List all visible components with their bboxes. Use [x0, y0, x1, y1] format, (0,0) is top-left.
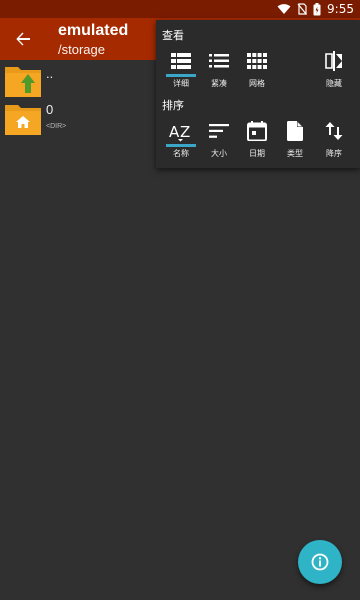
page-title: emulated: [58, 22, 129, 39]
view-option-label: 网格: [249, 79, 265, 88]
view-option-grid[interactable]: 网格: [239, 48, 275, 92]
page-subtitle: /storage: [58, 42, 105, 57]
view-option-label: 隐藏: [326, 79, 342, 88]
list-compact-icon: [209, 54, 229, 68]
file-type-icon: [287, 121, 303, 141]
sort-size-icon: [209, 124, 229, 138]
folder-up-icon: [5, 67, 41, 97]
file-meta: <DIR>: [46, 123, 67, 130]
view-selected-indicator: [166, 74, 196, 77]
view-sort-popup: 查看 详细 紧凑 网格 隐藏 排序 A Z 名称 大小 日期 类型 降序: [156, 20, 360, 168]
no-sim-icon: [297, 3, 308, 15]
svg-text:A: A: [169, 123, 180, 141]
back-button[interactable]: [8, 24, 38, 54]
svg-text:Z: Z: [180, 123, 190, 141]
sort-option-label: 类型: [287, 149, 303, 158]
sort-option-date[interactable]: 日期: [239, 118, 275, 162]
status-time: 9:55: [327, 2, 354, 16]
file-name: 0: [46, 102, 54, 117]
info-icon: [311, 553, 329, 571]
list-detail-icon: [171, 53, 191, 69]
status-icons: 9:55: [277, 1, 354, 17]
grid-icon: [247, 53, 267, 69]
file-name: ..: [46, 66, 54, 81]
folder-home-icon: [5, 105, 41, 135]
view-option-label: 紧凑: [211, 79, 227, 88]
hide-icon: [325, 51, 342, 71]
sort-selected-indicator: [166, 144, 196, 147]
sort-option-size[interactable]: 大小: [201, 118, 237, 162]
battery-icon: [313, 2, 321, 15]
view-option-hide[interactable]: 隐藏: [316, 48, 352, 92]
wifi-icon: [277, 4, 291, 14]
view-option-compact[interactable]: 紧凑: [201, 48, 237, 92]
sort-az-icon: A Z: [169, 123, 190, 142]
sort-option-label: 名称: [173, 149, 189, 158]
arrow-back-icon: [16, 32, 30, 46]
status-bar: 9:55: [0, 0, 360, 18]
sort-desc-icon: [325, 122, 343, 140]
view-section-label: 查看: [162, 29, 184, 42]
view-option-detail[interactable]: 详细: [163, 48, 199, 92]
sort-section-label: 排序: [162, 99, 184, 112]
sort-option-type[interactable]: 类型: [277, 118, 313, 162]
sort-option-desc[interactable]: 降序: [316, 118, 352, 162]
sort-option-name[interactable]: A Z 名称: [163, 118, 199, 162]
info-fab[interactable]: [298, 540, 342, 584]
sort-option-label: 日期: [249, 149, 265, 158]
sort-option-label: 降序: [326, 149, 342, 158]
calendar-icon: [247, 121, 267, 141]
sort-option-label: 大小: [211, 149, 227, 158]
view-option-label: 详细: [173, 79, 189, 88]
